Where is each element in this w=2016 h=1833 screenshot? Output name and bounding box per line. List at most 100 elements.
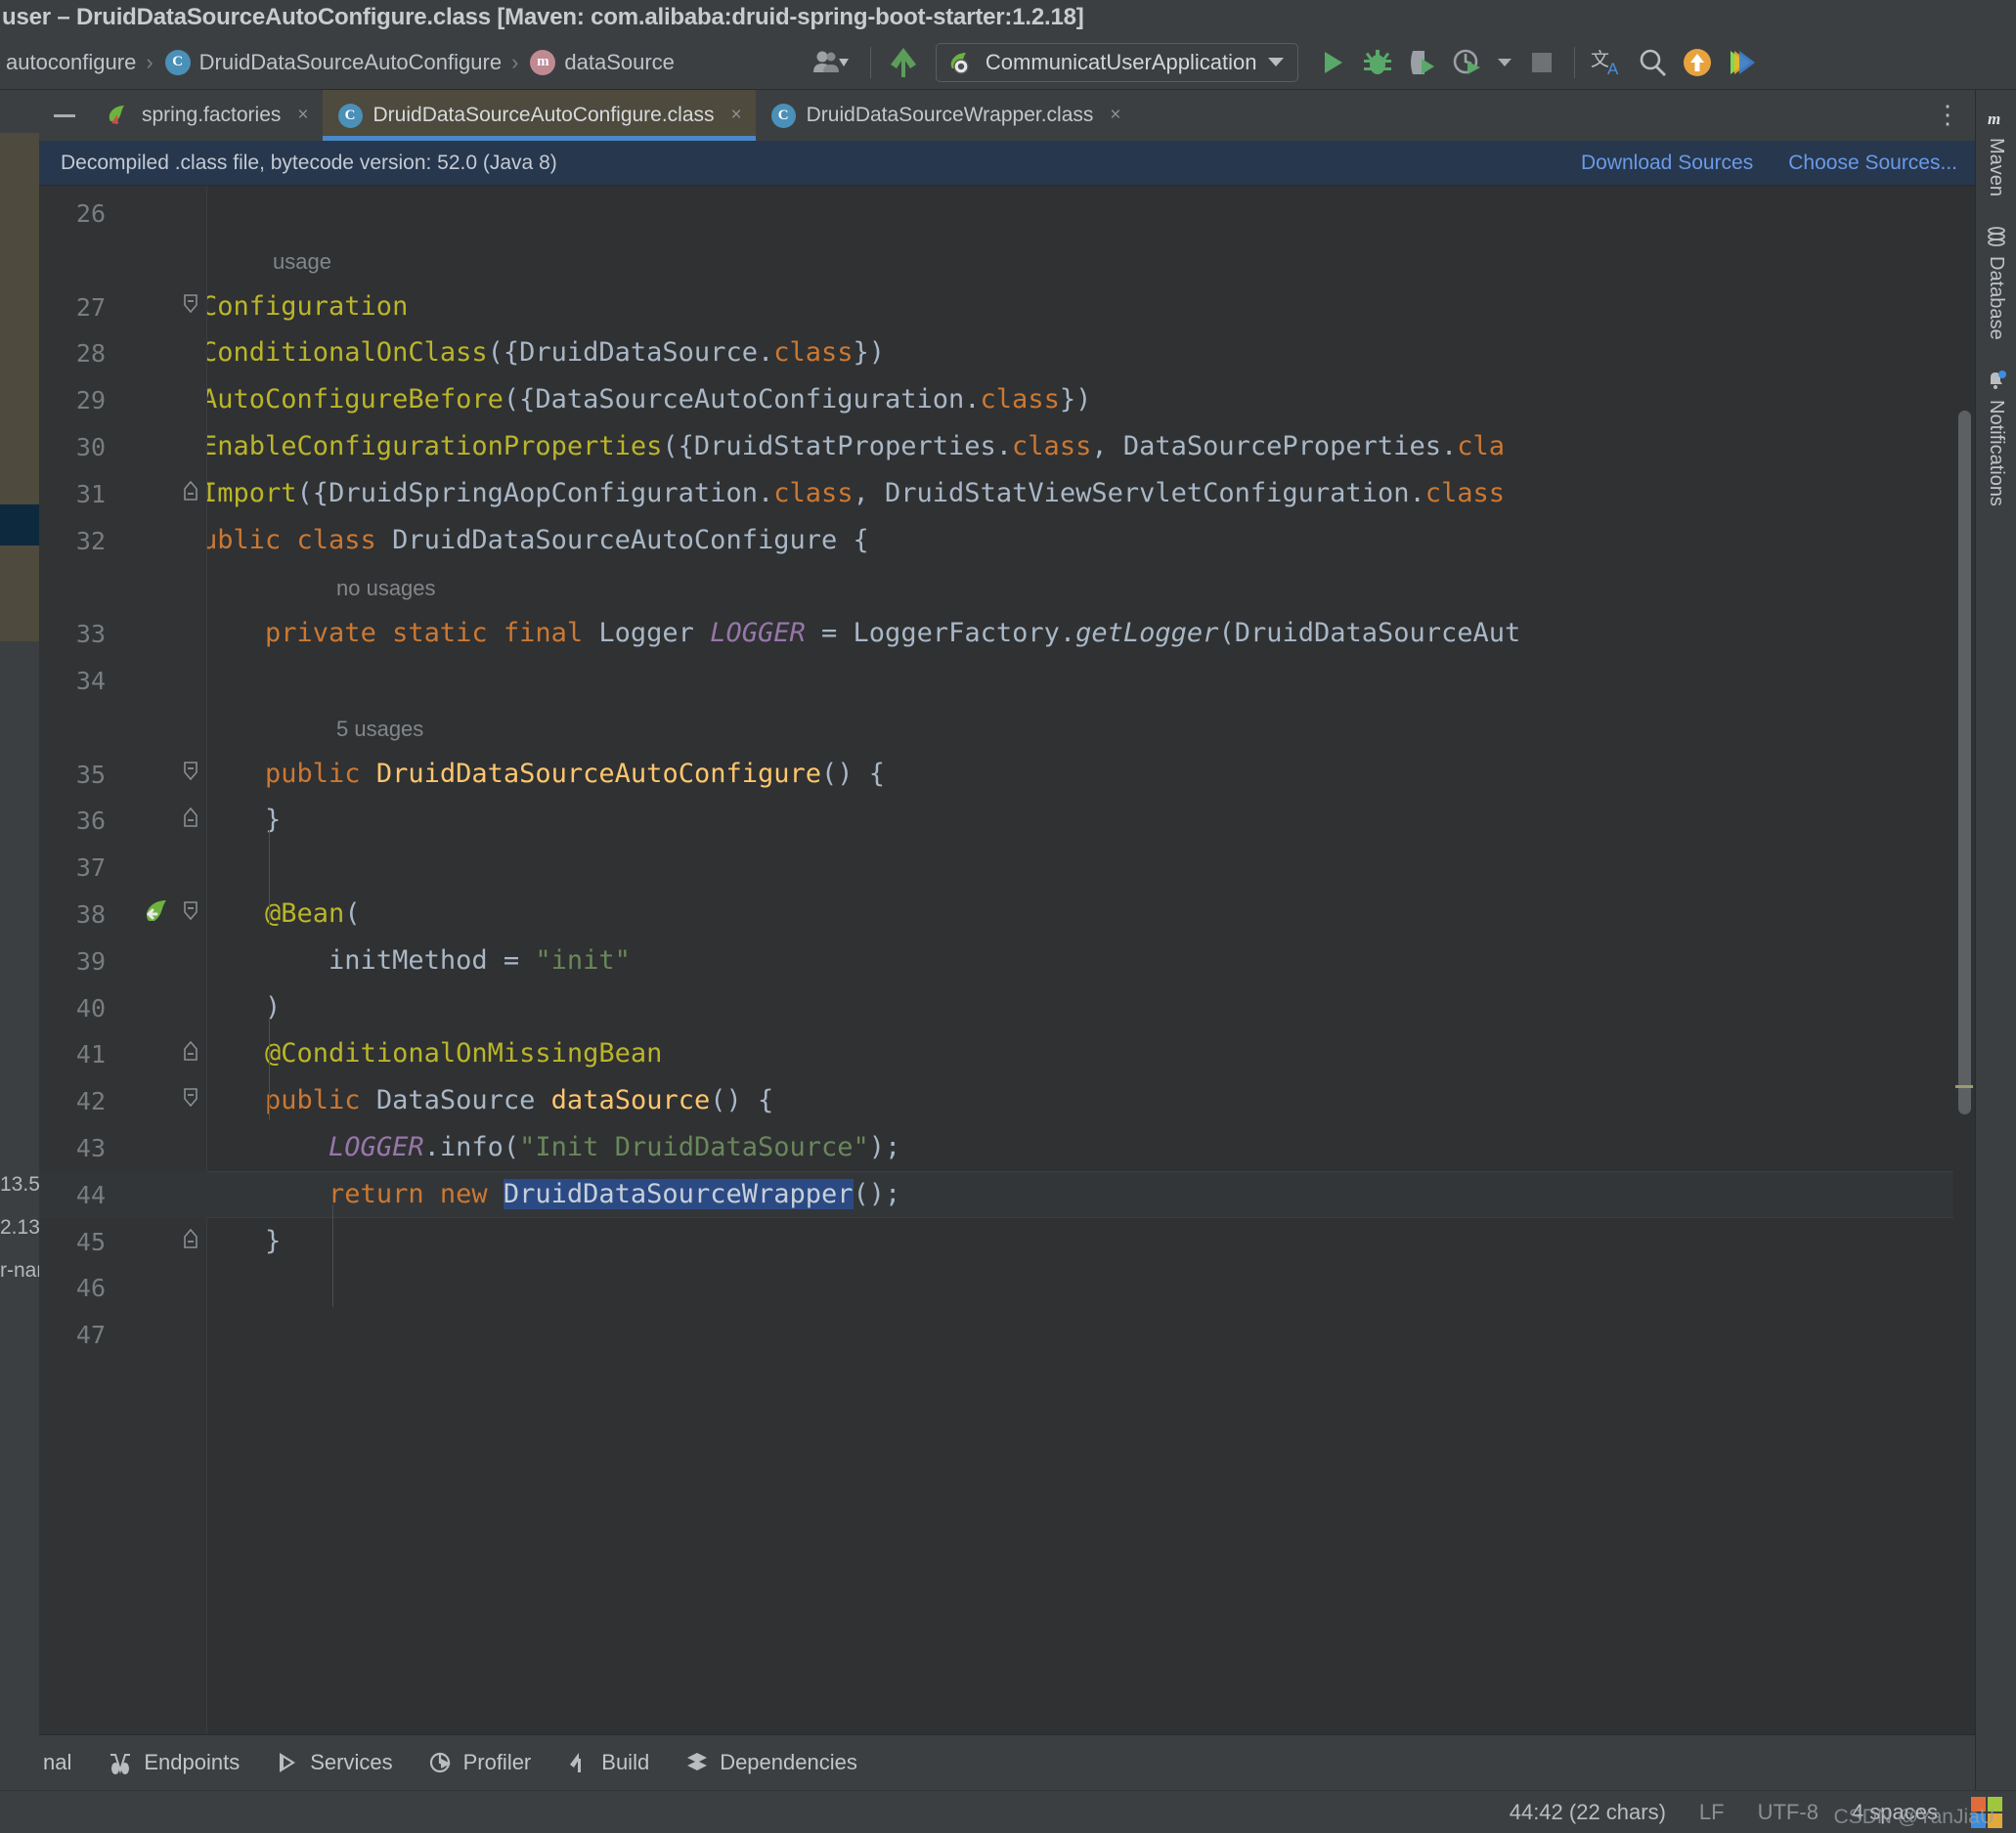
download-sources-link[interactable]: Download Sources: [1581, 152, 1753, 175]
line-number: 30: [75, 433, 106, 461]
tool-window-maven[interactable]: m Maven: [1983, 100, 2009, 204]
code-fold-marker[interactable]: [180, 480, 201, 502]
line-number: 45: [75, 1227, 106, 1256]
breadcrumb-item-method[interactable]: m dataSource: [526, 48, 679, 77]
search-icon[interactable]: [1630, 40, 1675, 85]
code-token: Import: [207, 477, 297, 508]
code-fold-marker[interactable]: [180, 1088, 201, 1110]
run-with-coverage-button[interactable]: [1400, 40, 1445, 85]
caret-position[interactable]: 44:42 (22 chars): [1510, 1800, 1666, 1825]
code-line[interactable]: ConditionalOnClass({DruidDataSource.clas…: [207, 339, 885, 366]
spring-bean-icon[interactable]: [141, 895, 174, 929]
code-line[interactable]: private static final Logger LOGGER = Log…: [207, 620, 1520, 646]
code-line[interactable]: initMethod = "init": [207, 947, 631, 974]
code-line[interactable]: @ConditionalOnMissingBean: [207, 1040, 662, 1067]
tool-services[interactable]: Services: [257, 1735, 410, 1790]
code-line[interactable]: }: [207, 1228, 281, 1254]
editor-tab-label: spring.factories: [142, 104, 282, 126]
tool-window-database[interactable]: Database: [1983, 218, 2009, 348]
line-number: 31: [75, 479, 106, 508]
editor-scrollbar[interactable]: [1953, 186, 1975, 1734]
tool-terminal[interactable]: nal: [39, 1735, 89, 1790]
close-icon[interactable]: ×: [731, 105, 742, 126]
code-line[interactable]: ): [207, 994, 281, 1021]
code-line[interactable]: }: [207, 807, 281, 833]
ide-assistant-icon[interactable]: [1720, 40, 1765, 85]
selected-token: DruidDataSourceWrapper: [503, 1178, 854, 1209]
hide-tabs-button[interactable]: [39, 90, 90, 141]
code-fold-marker[interactable]: [180, 293, 201, 316]
code-fold-marker[interactable]: [180, 901, 201, 923]
tool-window-notifications[interactable]: Notifications: [1983, 362, 2009, 514]
code-line[interactable]: ublic class DruidDataSourceAutoConfigure…: [207, 527, 869, 553]
profile-dropdown-button[interactable]: [1490, 40, 1519, 85]
maven-icon: m: [1986, 108, 2007, 129]
tab-overflow-icon[interactable]: ⋮: [1935, 103, 1961, 127]
profile-button[interactable]: [1445, 40, 1490, 85]
stop-button[interactable]: [1519, 40, 1564, 85]
code-token: }): [1059, 384, 1092, 415]
editor-tab-druiddatasourceautoconfigure[interactable]: C DruidDataSourceAutoConfigure.class ×: [322, 90, 756, 141]
tool-dependencies[interactable]: Dependencies: [667, 1735, 875, 1790]
code-line[interactable]: return new DruidDataSourceWrapper();: [207, 1178, 900, 1209]
code-token: =: [805, 618, 854, 649]
code-fold-marker[interactable]: [180, 807, 201, 829]
code-line[interactable]: @Bean(: [207, 900, 361, 927]
code-token: =: [487, 944, 536, 976]
line-number: 34: [75, 667, 106, 695]
user-profile-icon[interactable]: [802, 40, 860, 85]
inlay-usage-hint[interactable]: 5 usages: [336, 717, 423, 742]
file-encoding[interactable]: UTF-8: [1758, 1800, 1819, 1825]
code-token: cla: [1457, 431, 1505, 461]
code-line[interactable]: public DataSource dataSource() {: [207, 1087, 773, 1113]
vcs-update-icon[interactable]: [881, 40, 926, 85]
left-panel-background: [0, 133, 39, 641]
close-icon[interactable]: ×: [1110, 105, 1120, 126]
breadcrumb-item-package[interactable]: autoconfigure: [2, 48, 140, 77]
choose-sources-link[interactable]: Choose Sources...: [1788, 152, 1957, 175]
code-fold-marker[interactable]: [180, 1041, 201, 1063]
code-text-area[interactable]: usage Configuration ConditionalOnClass({Dr…: [207, 186, 1953, 1734]
scrollbar-thumb[interactable]: [1958, 411, 1971, 1114]
indent-setting[interactable]: 4 spaces: [1852, 1800, 1938, 1825]
code-token: DruidStatViewServletConfiguration: [885, 477, 1410, 508]
window-title: user – DruidDataSourceAutoConfigure.clas…: [2, 4, 1084, 30]
tool-window-bar: nal Endpoints Services Profiler Build De…: [39, 1734, 1975, 1790]
right-tool-window-bar: m Maven Database Notifications: [1975, 90, 2016, 1790]
editor-tab-label: DruidDataSourceWrapper.class: [806, 104, 1094, 126]
tool-endpoints[interactable]: Endpoints: [89, 1735, 257, 1790]
run-configuration-selector[interactable]: CommunicatUserApplication: [935, 42, 1299, 82]
run-button[interactable]: [1310, 40, 1355, 85]
breadcrumb-label-method: dataSource: [564, 49, 675, 74]
code-line[interactable]: AutoConfigureBefore({DataSourceAutoConfi…: [207, 386, 1091, 413]
breadcrumb-item-class[interactable]: C DruidDataSourceAutoConfigure: [161, 48, 505, 77]
code-fold-marker[interactable]: [180, 1228, 201, 1250]
tool-profiler[interactable]: Profiler: [411, 1735, 549, 1790]
tool-build[interactable]: Build: [548, 1735, 667, 1790]
code-line[interactable]: LOGGER.info("Init DruidDataSource");: [207, 1134, 900, 1160]
debug-button[interactable]: [1355, 40, 1400, 85]
inlay-usage-hint[interactable]: usage: [273, 249, 331, 275]
code-token: Logger: [598, 618, 694, 649]
inlay-usage-hint[interactable]: no usages: [336, 576, 436, 601]
code-editor[interactable]: 26 27 28 29 30 31 32 33 34 35 36 37 38 39 40 41 42 43 44 45…: [39, 186, 1975, 1734]
code-line[interactable]: EnableConfigurationProperties({DruidStat…: [207, 433, 1505, 459]
tab-bar-actions: ⋮: [1935, 90, 1975, 141]
editor-tab-spring-factories[interactable]: spring.factories ×: [90, 90, 323, 141]
line-number: 29: [75, 386, 106, 415]
editor-tab-label: DruidDataSourceAutoConfigure.class: [373, 104, 715, 126]
editor-gutter[interactable]: 26 27 28 29 30 31 32 33 34 35 36 37 38 39 40 41 42 43 44 45…: [39, 186, 207, 1734]
code-fold-marker[interactable]: [180, 761, 201, 783]
editor-tab-druiddatasourcewrapper[interactable]: C DruidDataSourceWrapper.class ×: [755, 90, 1135, 141]
close-icon[interactable]: ×: [297, 105, 308, 126]
code-line[interactable]: Import({DruidSpringAopConfiguration.clas…: [207, 480, 1505, 506]
method-badge-icon: m: [530, 49, 556, 75]
code-line[interactable]: public DruidDataSourceAutoConfigure() {: [207, 761, 885, 787]
line-separator[interactable]: LF: [1699, 1800, 1725, 1825]
translate-icon[interactable]: 文 A: [1585, 40, 1630, 85]
code-line[interactable]: Configuration: [207, 293, 408, 320]
update-project-icon[interactable]: [1675, 40, 1720, 85]
